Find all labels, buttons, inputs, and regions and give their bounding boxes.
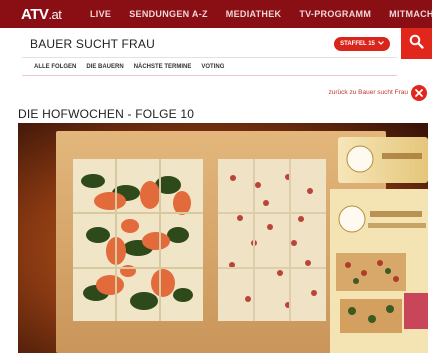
video-player[interactable] (18, 123, 428, 353)
nav-sendungen[interactable]: SENDUNGEN A-Z (129, 9, 208, 19)
video-frame-image (18, 123, 428, 353)
search-icon (409, 34, 424, 54)
show-title: BAUER SUCHT FRAU (30, 37, 155, 51)
nav-mitmachen[interactable]: MITMACHEN (389, 9, 432, 19)
season-dropdown[interactable]: STAFFEL 15 (334, 37, 390, 51)
nav-live[interactable]: LIVE (90, 9, 111, 19)
subnav-die-bauern[interactable]: DIE BAUERN (86, 64, 123, 70)
logo-main: ATV (21, 6, 49, 23)
nav-tv-programm[interactable]: TV-PROGRAMM (299, 9, 371, 19)
search-button[interactable] (401, 28, 432, 59)
nav-mediathek[interactable]: MEDIATHEK (226, 9, 282, 19)
main-nav: LIVE SENDUNGEN A-Z MEDIATHEK TV-PROGRAMM… (90, 9, 432, 19)
atv-logo[interactable]: ATV .at (21, 6, 62, 23)
season-label: STAFFEL 15 (340, 41, 375, 47)
subnav-voting[interactable]: VOTING (201, 64, 224, 70)
back-close-button[interactable] (411, 85, 427, 101)
episode-title: DIE HOFWOCHEN - FOLGE 10 (18, 107, 195, 121)
subnav-naechste-termine[interactable]: NÄCHSTE TERMINE (134, 64, 192, 70)
chevron-down-icon (377, 41, 384, 47)
subnav-alle-folgen[interactable]: ALLE FOLGEN (34, 64, 76, 70)
show-subnav: ALLE FOLGEN DIE BAUERN NÄCHSTE TERMINE V… (22, 58, 397, 76)
close-icon (415, 84, 423, 102)
show-header: BAUER SUCHT FRAU STAFFEL 15 (22, 28, 397, 58)
back-to-show-link[interactable]: zurück zu Bauer sucht Frau (329, 89, 408, 96)
top-navigation-bar: ATV .at LIVE SENDUNGEN A-Z MEDIATHEK TV-P… (0, 0, 432, 28)
logo-tld: .at (48, 7, 62, 22)
